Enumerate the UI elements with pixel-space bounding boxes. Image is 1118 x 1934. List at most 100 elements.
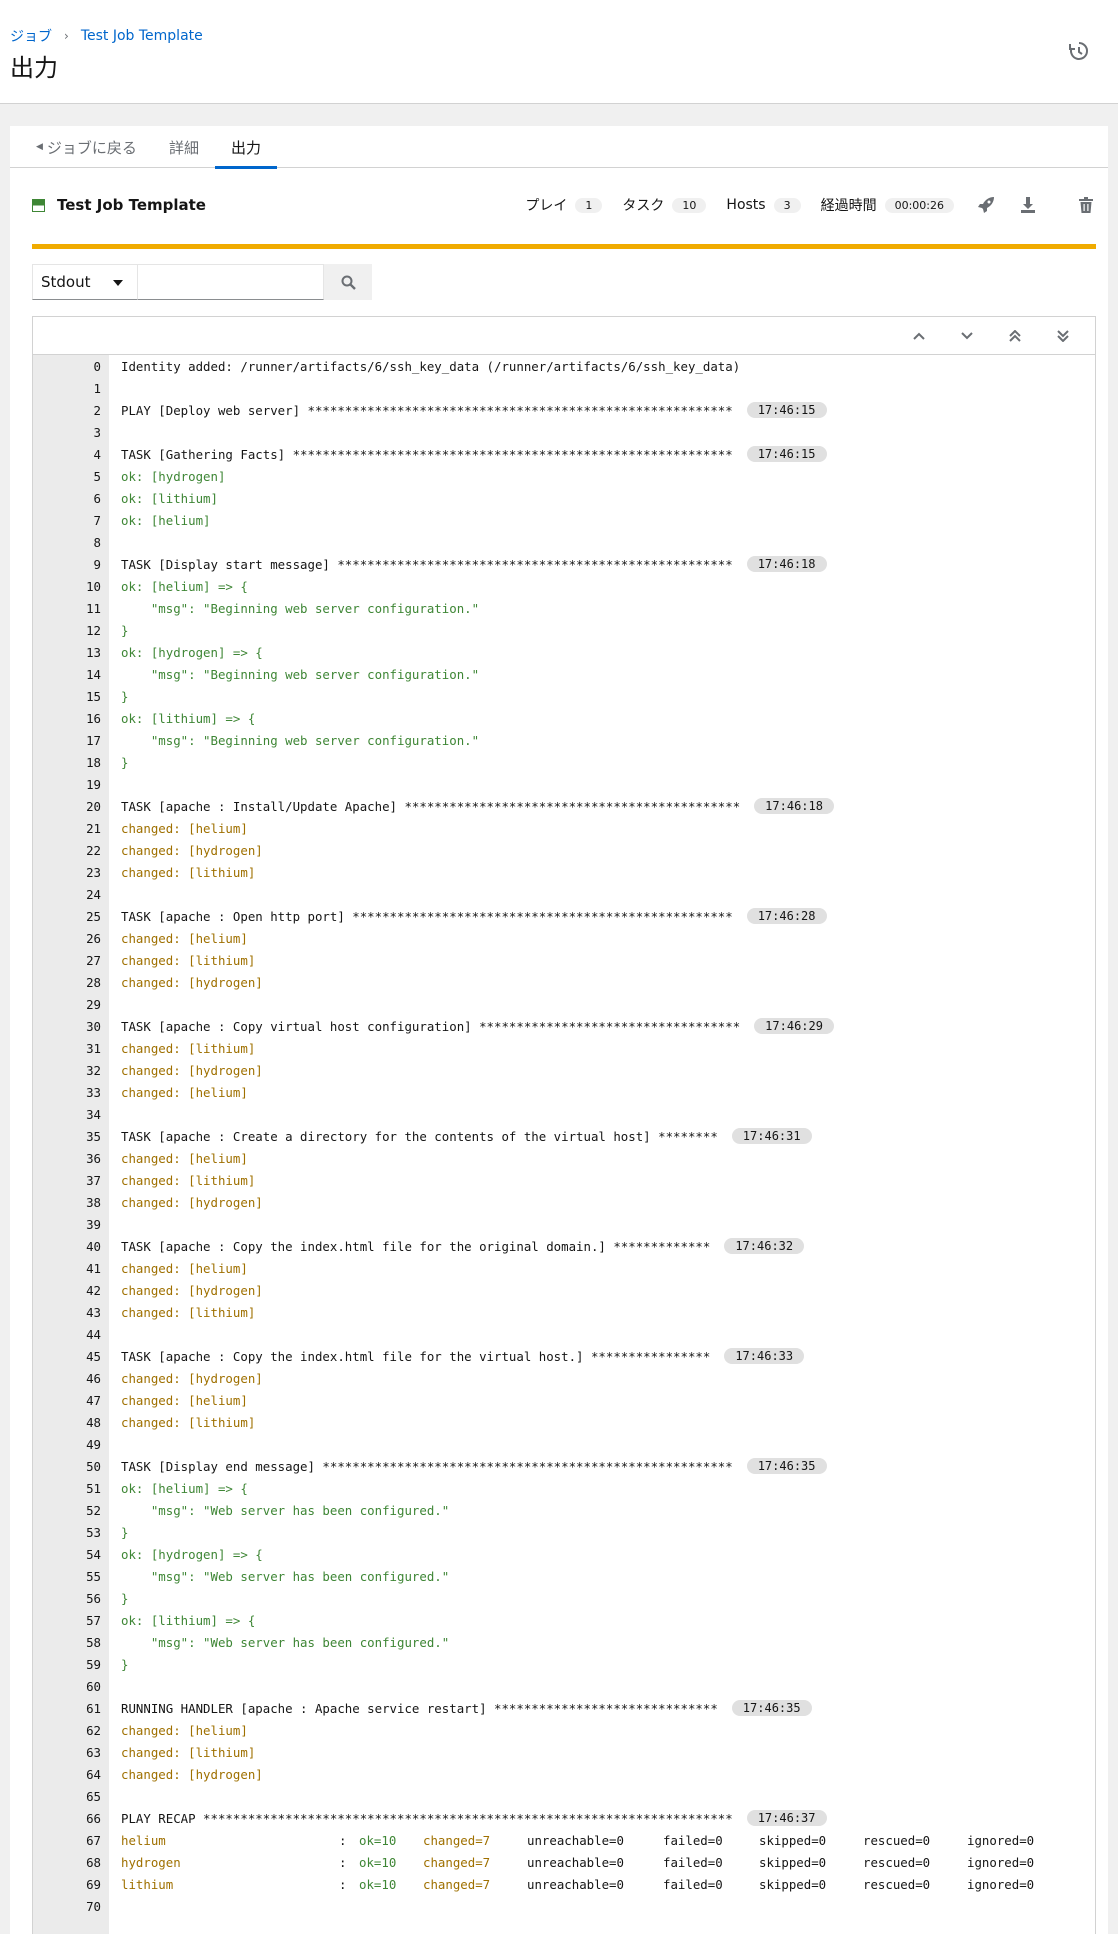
line-number: 28 [86,974,101,990]
line-number: 54 [86,1546,101,1562]
history-icon[interactable] [1068,40,1090,62]
output-filter-select[interactable]: Stdout [32,264,138,300]
line-number: 4 [93,446,101,462]
download-icon[interactable] [1018,195,1038,215]
line-number: 1 [93,380,101,396]
line-number: 17 [86,732,101,748]
output-toolbar [33,317,1095,355]
select-value: Stdout [41,273,91,291]
page-header: ジョブ › Test Job Template 出力 [0,0,1118,104]
line-text: ok: [hydrogen] => { [121,644,263,660]
recap-ignored: ignored=0 [967,1854,1035,1870]
breadcrumb-jobs-link[interactable]: ジョブ [10,26,52,46]
output-line: 22 changed: [hydrogen] [33,839,1095,861]
rocket-icon[interactable] [976,195,996,215]
timestamp-badge: 17:46:15 [746,446,827,462]
recap-line: 68 hydrogen: ok=10 changed=7 unreachable=0 fa… [33,1851,1095,1873]
line-number: 7 [93,512,101,528]
output-line: 51 ok: [helium] => { [33,1477,1095,1499]
tab-back-to-jobs[interactable]: ◀ ジョブに戻る [20,126,153,168]
recap-changed: changed=7 [423,1854,491,1870]
recap-skipped: skipped=0 [759,1832,827,1848]
trash-icon[interactable] [1076,195,1096,215]
line-text: "msg": "Web server has been configured." [121,1502,450,1518]
scroll-last-button[interactable] [1039,321,1087,351]
recap-ignored: ignored=0 [967,1876,1035,1892]
line-text: ok: [helium] => { [121,1480,248,1496]
output-line: 24 [33,883,1095,905]
scroll-previous-button[interactable] [895,321,943,351]
line-number: 48 [86,1414,101,1430]
output-line: 32 changed: [hydrogen] [33,1059,1095,1081]
output-line: 21 changed: [helium] [33,817,1095,839]
tab-label: 詳細 [168,138,199,157]
line-text: TASK [Display end message] *************… [121,1458,733,1474]
line-text: TASK [apache : Copy the index.html file … [121,1238,711,1254]
recap-ok: ok=10 [359,1832,397,1848]
line-number: 41 [86,1260,101,1276]
scroll-first-button[interactable] [991,321,1039,351]
scroll-next-button[interactable] [943,321,991,351]
tab-output[interactable]: 出力 [214,126,277,169]
tab-details[interactable]: 詳細 [153,126,215,168]
output-line: 26 changed: [helium] [33,927,1095,949]
line-number: 5 [93,468,101,484]
output-line: 17 "msg": "Beginning web server configur… [33,729,1095,751]
line-number: 35 [86,1128,101,1144]
line-text: TASK [apache : Install/Update Apache] **… [121,798,741,814]
output-line: 37 changed: [lithium] [33,1169,1095,1191]
line-text: ok: [lithium] [121,490,218,506]
tasks-count: 10 [672,197,707,213]
output-line: 52 "msg": "Web server has been configure… [33,1499,1095,1521]
line-text: Identity added: /runner/artifacts/6/ssh_… [121,358,741,374]
recap-ok: ok=10 [359,1876,397,1892]
timestamp-badge: 17:46:32 [724,1238,805,1254]
line-number: 6 [93,490,101,506]
line-text: changed: [lithium] [121,1172,256,1188]
recap-ok: ok=10 [359,1854,397,1870]
timestamp-badge: 17:46:29 [754,1018,834,1034]
stdout-lines: 0 Identity added: /runner/artifacts/6/ssh… [33,355,1095,1934]
page-title: 出力 [10,54,58,82]
line-text: PLAY RECAP *****************************… [121,1810,733,1826]
plays-label: プレイ [525,198,568,214]
output-line: 61 RUNNING HANDLER [apache : Apache servi… [33,1697,1095,1719]
job-header: Test Job Template プレイ 1 タスク 10 Hosts 3 経… [32,188,1096,222]
recap-host: helium [121,1832,166,1848]
breadcrumb-job-link[interactable]: Test Job Template [81,28,203,44]
output-line: 16 ok: [lithium] => { [33,707,1095,729]
line-number: 67 [86,1832,101,1848]
line-number: 2 [93,402,101,418]
line-number: 63 [86,1744,101,1760]
line-text: ok: [lithium] => { [121,710,256,726]
line-text: TASK [apache : Copy the index.html file … [121,1348,711,1364]
line-text: changed: [lithium] [121,1414,256,1430]
search-button[interactable] [324,264,372,300]
output-line: 9 TASK [Display start message] **********… [33,553,1095,575]
output-line: 57 ok: [lithium] => { [33,1609,1095,1631]
output-line: 53} [33,1521,1095,1543]
output-line: 50 TASK [Display end message] ***********… [33,1455,1095,1477]
line-number: 34 [86,1106,101,1122]
output-line: 29 [33,993,1095,1015]
line-number: 27 [86,952,101,968]
line-number: 16 [86,710,101,726]
line-number: 9 [93,556,101,572]
output-line: 64 changed: [hydrogen] [33,1763,1095,1785]
line-text: changed: [hydrogen] [121,1766,263,1782]
line-text: changed: [hydrogen] [121,974,263,990]
output-line: 10 ok: [helium] => { [33,575,1095,597]
search-icon [341,275,356,290]
line-text: } [121,1656,129,1672]
search-input[interactable] [138,264,324,300]
line-text: changed: [hydrogen] [121,1194,263,1210]
line-text: "msg": "Beginning web server configurati… [121,732,480,748]
line-text: changed: [lithium] [121,1744,256,1760]
line-text: changed: [hydrogen] [121,1282,263,1298]
recap-skipped: skipped=0 [759,1876,827,1892]
line-number: 18 [86,754,101,770]
line-text: TASK [apache : Copy virtual host configu… [121,1018,741,1034]
angle-double-down-icon [1057,329,1069,342]
output-line: 54 ok: [hydrogen] => { [33,1543,1095,1565]
tab-bar: ◀ ジョブに戻る 詳細 出力 [10,126,1108,169]
